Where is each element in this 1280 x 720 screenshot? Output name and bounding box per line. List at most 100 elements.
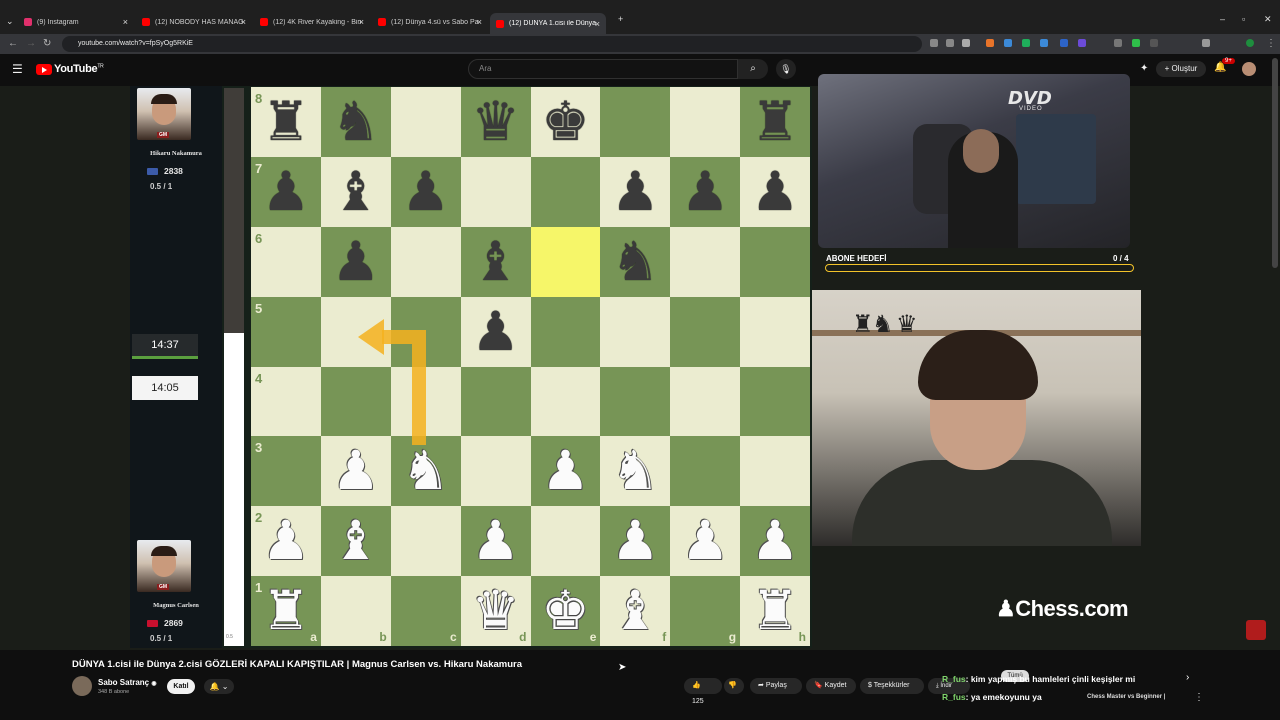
browser-tab[interactable]: (12) DÜNYA 1.cisi ile Dünya 2.ci× xyxy=(490,13,606,34)
square-h3[interactable] xyxy=(740,436,810,507)
white-pawn-icon[interactable]: ♟ xyxy=(332,444,380,498)
square-c1[interactable]: c xyxy=(390,576,461,646)
maximize-icon[interactable]: ▫ xyxy=(1242,14,1245,24)
square-a8[interactable]: 8 ♜ xyxy=(251,87,321,157)
square-f1[interactable]: f ♝ xyxy=(600,576,671,646)
cast-icon[interactable] xyxy=(930,39,938,47)
square-a2[interactable]: 2 ♟ xyxy=(251,506,321,577)
white-bishop-icon[interactable]: ♝ xyxy=(332,514,380,568)
search-input[interactable]: Ara xyxy=(468,59,738,79)
square-a3[interactable]: 3 xyxy=(251,436,321,507)
square-a1[interactable]: 1 a ♜ xyxy=(251,576,321,646)
square-f2[interactable]: ♟ xyxy=(600,506,671,577)
chevron-right-icon[interactable]: › xyxy=(1186,672,1189,683)
microphone-icon[interactable]: 🎙 xyxy=(776,59,796,79)
close-tab-icon[interactable]: × xyxy=(241,17,246,27)
white-pawn-icon[interactable]: ♟ xyxy=(471,514,519,568)
square-g8[interactable] xyxy=(670,87,741,157)
black-pawn-icon[interactable]: ♟ xyxy=(401,164,449,219)
square-g3[interactable] xyxy=(670,436,741,507)
black-bishop-icon[interactable]: ♝ xyxy=(332,164,380,219)
black-knight-icon[interactable]: ♞ xyxy=(611,234,659,289)
square-d6[interactable]: ♝ xyxy=(460,226,531,297)
subscribe-bell-button[interactable]: 🔔 ⌄ xyxy=(204,679,234,694)
browser-tab[interactable]: (12) 4K River Kayaking - Birds S× xyxy=(254,12,370,32)
square-e1[interactable]: e ♚ xyxy=(530,576,601,646)
channel-avatar[interactable] xyxy=(72,676,92,696)
black-rook-icon[interactable]: ♜ xyxy=(262,94,310,149)
star-icon[interactable] xyxy=(962,39,970,47)
close-tab-icon[interactable]: × xyxy=(477,17,482,27)
black-pawn-icon[interactable]: ♟ xyxy=(681,164,729,219)
square-e5[interactable] xyxy=(530,296,601,367)
recommended-video-title[interactable]: Chess Master vs Beginner | xyxy=(1087,694,1165,700)
black-pawn-icon[interactable]: ♟ xyxy=(262,164,310,219)
black-rook-icon[interactable]: ♜ xyxy=(751,94,799,149)
share-button[interactable]: ➦ Paylaş xyxy=(750,678,802,694)
square-h7[interactable]: ♟ xyxy=(740,156,810,227)
square-g6[interactable] xyxy=(670,226,741,297)
square-c4[interactable] xyxy=(390,366,461,437)
square-c7[interactable]: ♟ xyxy=(390,156,461,227)
square-g1[interactable]: g xyxy=(670,576,741,646)
save-button[interactable]: 🔖 Kaydet xyxy=(806,678,856,694)
forward-icon[interactable]: → xyxy=(26,38,36,49)
square-c6[interactable] xyxy=(390,226,461,297)
square-b6[interactable]: ♟ xyxy=(320,226,391,297)
dislike-button[interactable]: 👎 xyxy=(724,678,744,694)
eye-off-icon[interactable] xyxy=(946,39,954,47)
square-f7[interactable]: ♟ xyxy=(600,156,671,227)
more-options-icon[interactable]: ⋮ xyxy=(1194,692,1204,703)
square-b4[interactable] xyxy=(320,366,391,437)
square-c5[interactable] xyxy=(390,296,461,367)
extension-icon[interactable] xyxy=(1114,39,1122,47)
square-g7[interactable]: ♟ xyxy=(670,156,741,227)
browser-tab[interactable]: (12) Dünya 4.sü vs Sabo Paşa |× xyxy=(372,12,488,32)
black-pawn-icon[interactable]: ♟ xyxy=(471,304,519,359)
square-e6[interactable] xyxy=(530,226,601,297)
close-tab-icon[interactable]: × xyxy=(595,19,600,29)
extension-icon[interactable] xyxy=(1060,39,1068,47)
white-knight-icon[interactable]: ♞ xyxy=(401,444,449,498)
square-d2[interactable]: ♟ xyxy=(460,506,531,577)
square-b1[interactable]: b xyxy=(320,576,391,646)
square-b3[interactable]: ♟ xyxy=(320,436,391,507)
close-tab-icon[interactable]: × xyxy=(123,17,128,27)
channel-watermark-icon[interactable] xyxy=(1246,620,1266,640)
square-e4[interactable] xyxy=(530,366,601,437)
white-bishop-icon[interactable]: ♝ xyxy=(611,584,659,638)
channel-name[interactable]: Sabo Satranç ◉ xyxy=(98,678,157,687)
white-king-icon[interactable]: ♚ xyxy=(541,584,589,638)
square-b2[interactable]: ♝ xyxy=(320,506,391,577)
tab-list-icon[interactable]: ⌄ xyxy=(6,16,14,27)
square-h1[interactable]: h ♜ xyxy=(740,576,810,646)
scrollbar[interactable] xyxy=(1272,58,1278,268)
square-b5[interactable] xyxy=(320,296,391,367)
minimize-icon[interactable]: – xyxy=(1220,14,1225,24)
black-pawn-icon[interactable]: ♟ xyxy=(751,164,799,219)
square-d5[interactable]: ♟ xyxy=(460,296,531,367)
square-f3[interactable]: ♞ xyxy=(600,436,671,507)
browser-tab[interactable]: (9) Instagram × xyxy=(18,12,134,32)
extension-icon[interactable] xyxy=(1078,39,1086,47)
square-a7[interactable]: 7 ♟ xyxy=(251,156,321,227)
square-f8[interactable] xyxy=(600,87,671,157)
square-c3[interactable]: ♞ xyxy=(390,436,461,507)
square-b8[interactable]: ♞ xyxy=(320,87,391,157)
extensions-puzzle-icon[interactable] xyxy=(1202,39,1210,47)
like-button[interactable]: 👍 125 xyxy=(684,678,722,705)
square-f5[interactable] xyxy=(600,296,671,367)
white-pawn-icon[interactable]: ♟ xyxy=(541,444,589,498)
square-d1[interactable]: d ♛ xyxy=(460,576,531,646)
gemini-icon[interactable]: ✦ xyxy=(1140,63,1148,74)
white-knight-icon[interactable]: ♞ xyxy=(611,444,659,498)
square-f4[interactable] xyxy=(600,366,671,437)
browser-tab[interactable]: (12) NOBODY HAS MANAGED× xyxy=(136,12,252,32)
profile-icon[interactable] xyxy=(1246,39,1254,47)
black-bishop-icon[interactable]: ♝ xyxy=(471,234,519,289)
square-g5[interactable] xyxy=(670,296,741,367)
avatar[interactable] xyxy=(1242,62,1256,76)
extension-icon[interactable] xyxy=(1022,39,1030,47)
black-king-icon[interactable]: ♚ xyxy=(541,94,589,149)
square-a5[interactable]: 5 xyxy=(251,296,321,367)
